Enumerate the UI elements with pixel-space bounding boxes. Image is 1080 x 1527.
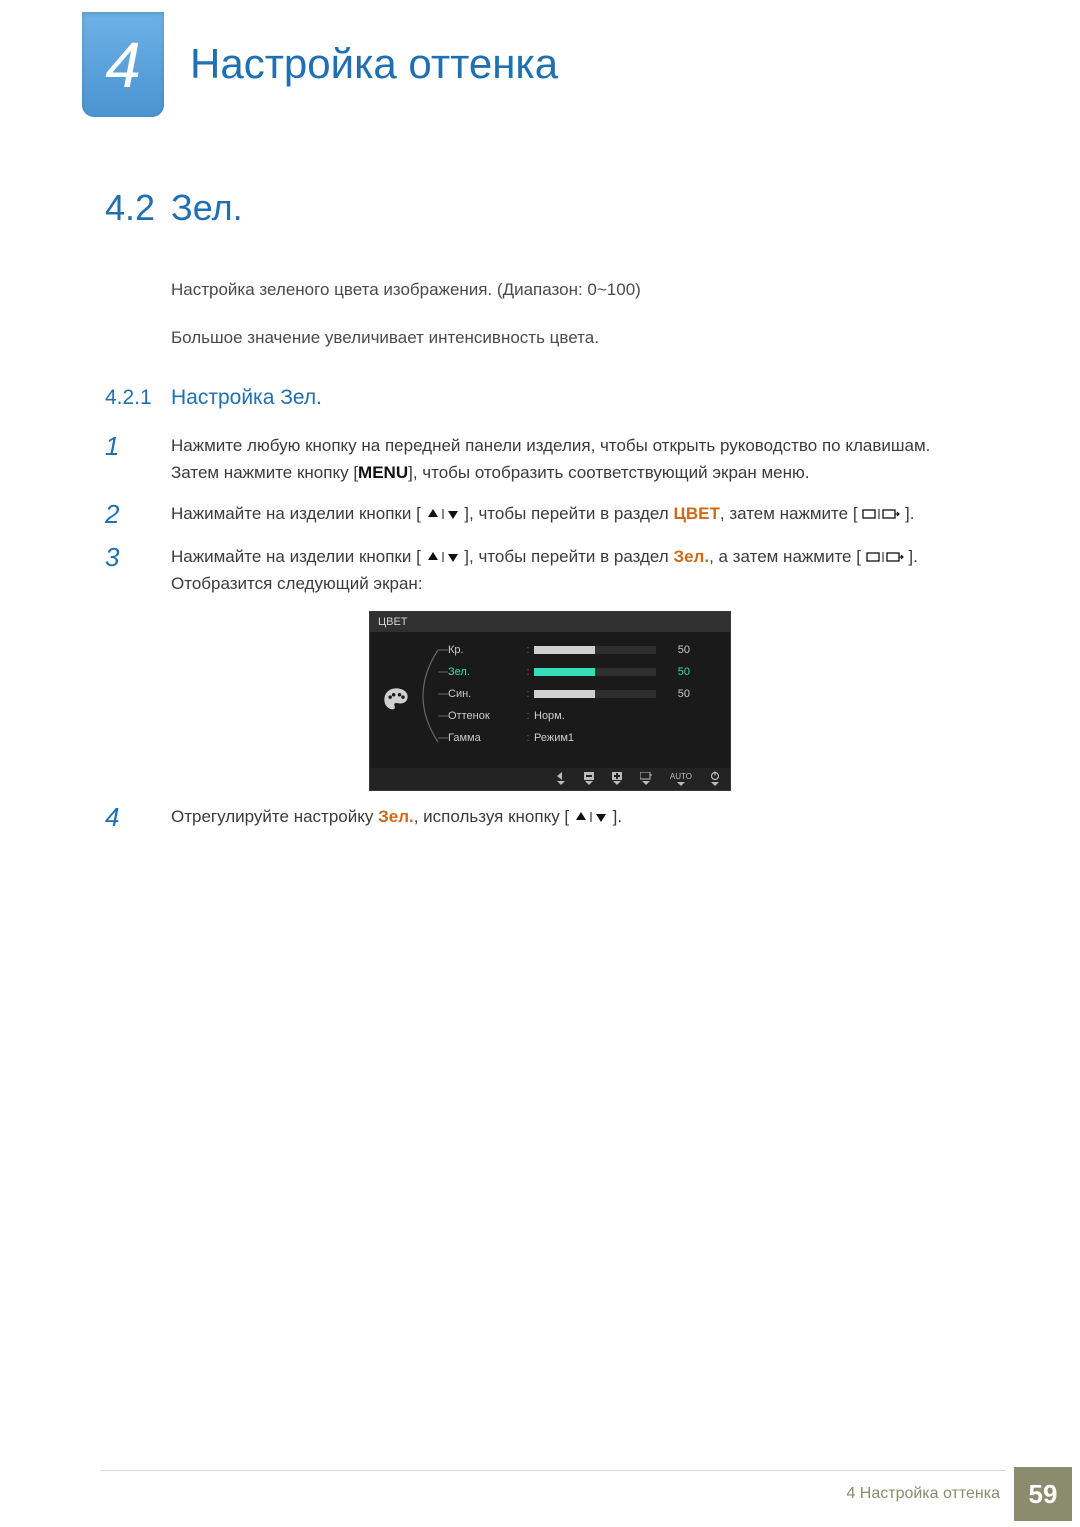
osd-screenshot: ЦВЕТ Кр. : 50 [369, 611, 731, 791]
osd-slider-red [534, 646, 656, 654]
osd-row-blue: Син. : 50 [448, 684, 720, 704]
subsection-heading: 4.2.1Настройка Зел. [105, 386, 950, 410]
step-text: ], чтобы отобразить соответствующий экра… [408, 463, 809, 482]
step-number: 2 [105, 500, 171, 529]
step-text: ]. [905, 504, 914, 523]
osd-value: Норм. [534, 710, 565, 722]
link-color: ЦВЕТ [673, 504, 719, 523]
menu-label: MENU [358, 463, 408, 482]
source-enter-icon [866, 550, 904, 564]
chapter-header: 4 Настройка оттенка [0, 0, 1080, 117]
osd-power-icon [710, 771, 720, 786]
osd-label: Зел. [448, 666, 522, 678]
osd-label: Кр. [448, 644, 522, 656]
osd-label: Гамма [448, 732, 522, 744]
osd-enter-icon [640, 772, 652, 785]
osd-row-red: Кр. : 50 [448, 640, 720, 660]
step-text: , используя кнопку [ [414, 807, 569, 826]
intro-paragraph-1: Настройка зеленого цвета изображения. (Д… [171, 277, 950, 303]
osd-auto-label: AUTO [670, 772, 692, 786]
osd-value: 50 [662, 666, 690, 678]
osd-title: ЦВЕТ [370, 612, 730, 632]
page-number: 59 [1014, 1467, 1072, 1521]
osd-minus-icon [584, 772, 594, 785]
up-down-icon [426, 550, 460, 564]
step-text: , затем нажмите [ [720, 504, 858, 523]
osd-back-icon [556, 772, 566, 785]
osd-label: Оттенок [448, 710, 522, 722]
source-enter-icon [862, 507, 900, 521]
osd-value: 50 [662, 644, 690, 656]
footer-chapter-ref: 4 Настройка оттенка [846, 1485, 1000, 1503]
chapter-number-tab: 4 [82, 12, 164, 117]
subsection-number: 4.2.1 [105, 386, 171, 410]
link-green: Зел. [673, 547, 709, 566]
osd-row-gamma: Гамма : Режим1 [448, 728, 720, 748]
step-number: 1 [105, 432, 171, 486]
step-text: ], чтобы перейти в раздел [464, 547, 673, 566]
osd-row-tone: Оттенок : Норм. [448, 706, 720, 726]
palette-icon [382, 686, 410, 714]
chapter-title: Настройка оттенка [190, 40, 558, 88]
step-number: 4 [105, 803, 171, 832]
osd-label: Син. [448, 688, 522, 700]
step-text: Отрегулируйте настройку [171, 807, 378, 826]
osd-slider-blue [534, 690, 656, 698]
osd-arc-decor [408, 646, 448, 746]
step-text: Нажимайте на изделии кнопки [ [171, 504, 421, 523]
link-green: Зел. [378, 807, 414, 826]
up-down-icon [426, 507, 460, 521]
section-heading: 4.2Зел. [105, 187, 950, 229]
step-text: , а затем нажмите [ [709, 547, 861, 566]
step-1: 1 Нажмите любую кнопку на передней панел… [105, 432, 950, 486]
step-4: 4 Отрегулируйте настройку Зел., использу… [105, 803, 950, 832]
osd-value: Режим1 [534, 732, 574, 744]
page-footer: 4 Настройка оттенка 59 [0, 1467, 1080, 1521]
steps-list: 1 Нажмите любую кнопку на передней панел… [105, 432, 950, 832]
step-number: 3 [105, 543, 171, 597]
up-down-icon [574, 810, 608, 824]
step-3: 3 Нажимайте на изделии кнопки [ ], чтобы… [105, 543, 950, 597]
step-2: 2 Нажимайте на изделии кнопки [ ], чтобы… [105, 500, 950, 529]
osd-footer: AUTO [370, 768, 730, 790]
section-number: 4.2 [105, 187, 171, 229]
osd-plus-icon [612, 772, 622, 785]
step-text: ]. [613, 807, 622, 826]
osd-row-green: Зел. : 50 [448, 662, 720, 682]
osd-slider-green [534, 668, 656, 676]
step-text: Нажимайте на изделии кнопки [ [171, 547, 421, 566]
subsection-title: Настройка Зел. [171, 386, 322, 409]
intro-paragraph-2: Большое значение увеличивает интенсивнос… [171, 325, 950, 351]
osd-value: 50 [662, 688, 690, 700]
section-title: Зел. [171, 187, 243, 228]
step-text: ], чтобы перейти в раздел [464, 504, 673, 523]
